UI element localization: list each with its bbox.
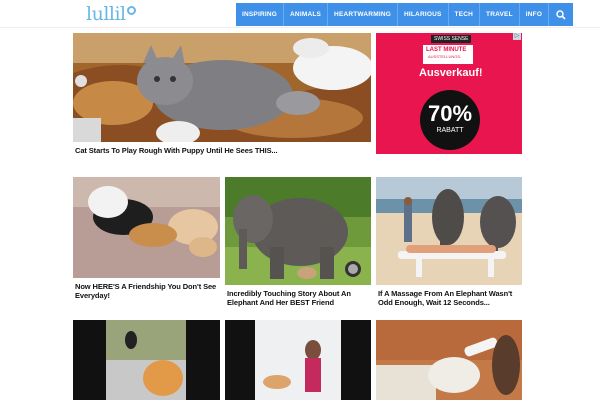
article-title[interactable]: Cat Starts To Play Rough With Puppy Unti… [75, 146, 369, 155]
ad-line1: LAST MINUTE [426, 47, 467, 53]
featured-article-card[interactable]: Cat Starts To Play Rough With Puppy Unti… [73, 33, 371, 158]
ad-headline: Ausverkauf! [419, 67, 483, 79]
nav-item-info[interactable]: INFO [520, 3, 550, 26]
ad-line2: AUSSTELLUNGS- [428, 54, 462, 59]
nav-item-heartwarming[interactable]: HEARTWARMING [328, 3, 398, 26]
nav-item-hilarious[interactable]: HILARIOUS [398, 3, 449, 26]
article-card[interactable]: Incredibly Touching Story About An Eleph… [225, 177, 371, 307]
article-thumbnail[interactable] [225, 320, 371, 400]
nav-item-tech[interactable]: TECH [449, 3, 481, 26]
nav-item-inspiring[interactable]: INSPIRING [236, 3, 285, 26]
article-card[interactable] [376, 320, 522, 400]
main-nav: INSPIRING ANIMALS HEARTWARMING HILARIOUS… [236, 3, 574, 26]
article-title[interactable]: If A Massage From An Elephant Wasn't Odd… [378, 289, 522, 307]
ad-percent: 70% [427, 101, 473, 126]
article-card[interactable] [225, 320, 371, 400]
article-card[interactable]: If A Massage From An Elephant Wasn't Odd… [376, 177, 522, 307]
logo-text: lullil [86, 3, 126, 25]
article-card[interactable] [73, 320, 220, 400]
article-thumbnail[interactable] [73, 33, 371, 142]
search-button[interactable] [549, 3, 573, 26]
article-thumbnail[interactable] [376, 177, 522, 285]
ad-choices-icon[interactable]: ▷ [513, 33, 521, 40]
article-title[interactable]: Now HERE'S A Friendship You Don't See Ev… [75, 282, 220, 300]
article-card[interactable]: Now HERE'S A Friendship You Don't See Ev… [73, 177, 220, 302]
advertisement-banner[interactable]: SWISS SENSE ▷ LAST MINUTE AUSSTELLUNGS- … [376, 33, 522, 154]
logo-o-mark [126, 5, 136, 15]
site-header: lullil INSPIRING ANIMALS HEARTWARMING HI… [0, 0, 600, 28]
ad-label: RABATT [436, 127, 464, 134]
site-logo[interactable]: lullil [86, 2, 136, 26]
article-thumbnail[interactable] [225, 177, 371, 285]
article-thumbnail[interactable] [376, 320, 522, 400]
article-thumbnail[interactable] [73, 177, 220, 278]
search-icon [556, 9, 566, 20]
nav-item-travel[interactable]: TRAVEL [480, 3, 520, 26]
article-title[interactable]: Incredibly Touching Story About An Eleph… [227, 289, 371, 307]
article-thumbnail[interactable] [73, 320, 220, 400]
nav-item-animals[interactable]: ANIMALS [284, 3, 329, 26]
ad-brand: SWISS SENSE [431, 35, 472, 43]
